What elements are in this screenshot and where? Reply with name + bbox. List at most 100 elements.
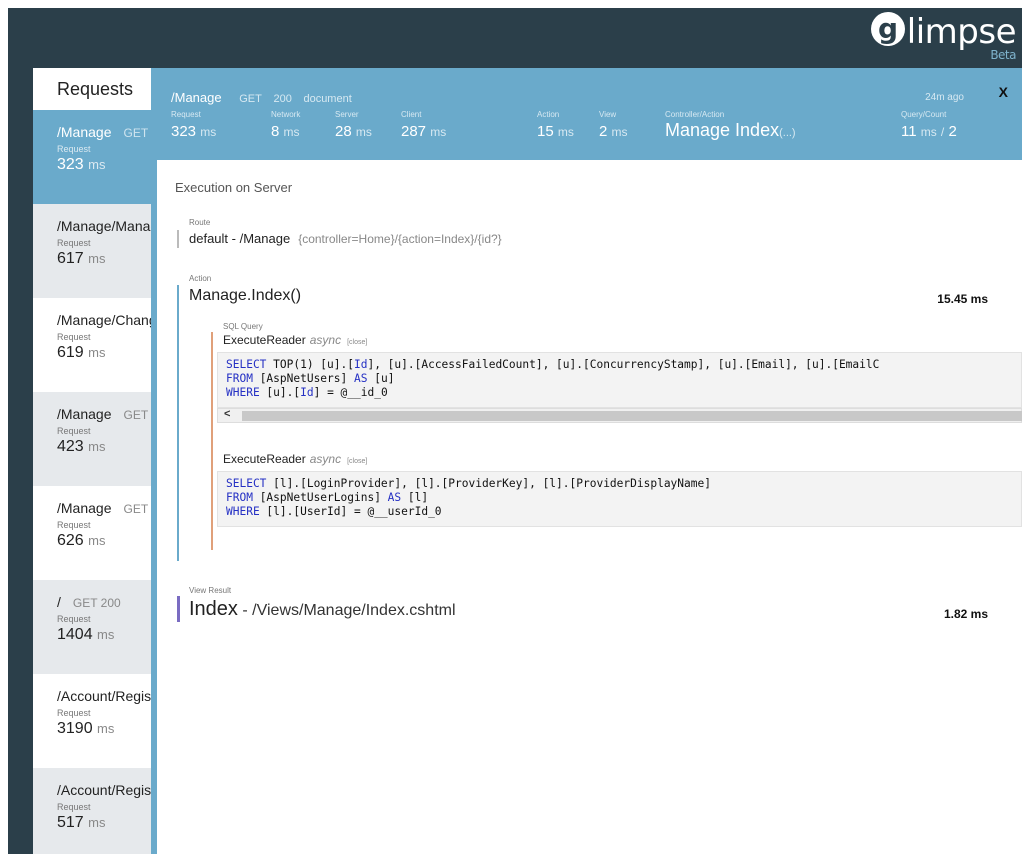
request-item-label: Request: [57, 520, 91, 530]
stat-value: 2 ms: [599, 123, 628, 140]
sql-query-1-header: ExecuteReader async [close]: [223, 333, 368, 347]
route-entry: default - /Manage {controller=Home}/{acti…: [177, 230, 502, 248]
view-time: 1.82 ms: [943, 607, 988, 621]
request-item-path: /Manage/Manage: [57, 218, 151, 234]
request-item-label: Request: [57, 144, 91, 154]
request-item-path: /Manage GET: [57, 406, 149, 422]
request-item-duration: 517 ms: [57, 814, 106, 831]
request-method: GET: [239, 93, 262, 105]
sql-line: FROM [AspNetUsers] AS [u]: [226, 372, 395, 385]
requests-title: Requests: [57, 79, 134, 99]
request-type: document: [303, 93, 352, 105]
action-time: 15.45 ms: [937, 292, 988, 306]
action-label: Action: [189, 274, 212, 283]
close-button[interactable]: X: [999, 84, 1008, 100]
request-item[interactable]: / GET 200 Request 1404 ms: [33, 580, 151, 674]
action-name: Manage.Index(): [189, 287, 302, 304]
stat-label: Controller/Action: [665, 110, 725, 119]
request-item-label: Request: [57, 238, 91, 248]
request-item-duration: 3190 ms: [57, 720, 115, 737]
request-item[interactable]: /Manage/Manage Request 617 ms: [33, 204, 151, 298]
stat-query-count: Query/Count 11 ms / 2: [901, 110, 957, 140]
request-age: 24m ago: [925, 92, 964, 103]
view-result-label: View Result: [189, 586, 232, 595]
request-item-duration: 619 ms: [57, 344, 106, 361]
stat-value: 15 ms: [537, 123, 574, 140]
close-query-2-link[interactable]: [close]: [347, 458, 367, 465]
stat-network: Network 8 ms: [271, 110, 300, 140]
horizontal-scrollbar[interactable]: <: [217, 408, 1022, 423]
request-summary: /Manage GET 200 document: [171, 90, 352, 105]
sql-query-1-code: SELECT TOP(1) [u].[Id], [u].[AccessFaile…: [217, 352, 1022, 408]
request-item-duration: 323 ms: [57, 156, 106, 173]
sql-line: FROM [AspNetUserLogins] AS [l]: [226, 491, 429, 504]
logo-text: limpse: [906, 12, 1017, 52]
request-item-label: Request: [57, 802, 91, 812]
request-item-path: / GET 200: [57, 594, 121, 610]
sql-line: SELECT TOP(1) [u].[Id], [u].[AccessFaile…: [226, 358, 880, 371]
stat-action: Action 15 ms: [537, 110, 574, 140]
stat-label: Server: [335, 110, 359, 119]
stat-label: Query/Count: [901, 110, 947, 119]
execution-content: Execution on Server Route default - /Man…: [157, 160, 1022, 854]
requests-sidebar: Requests /Manage GET Request 323 ms/Manage/…: [33, 68, 151, 854]
sql-line: WHERE [u].[Id] = @__id_0: [226, 386, 388, 399]
close-query-1-link[interactable]: [close]: [347, 339, 367, 346]
request-item-duration: 626 ms: [57, 532, 106, 549]
stat-view: View 2 ms: [599, 110, 628, 140]
beta-badge: Beta: [990, 48, 1016, 62]
request-item[interactable]: /Account/Register Request 3190 ms: [33, 674, 151, 768]
sql-line: WHERE [l].[UserId] = @__userId_0: [226, 505, 442, 518]
request-item-label: Request: [57, 708, 91, 718]
request-item[interactable]: /Manage/Change Request 619 ms: [33, 298, 151, 392]
sql-query-2-code: SELECT [l].[LoginProvider], [l].[Provide…: [217, 471, 1022, 527]
sql-timeline-bar: [211, 332, 213, 550]
section-title: Execution on Server: [175, 180, 293, 195]
request-item[interactable]: /Manage GET Request 323 ms: [33, 110, 151, 204]
stat-label: View: [599, 110, 617, 119]
request-item-label: Request: [57, 426, 91, 436]
request-item-duration: 1404 ms: [57, 626, 115, 643]
request-item-label: Request: [57, 332, 91, 342]
view-timeline-bar: [177, 596, 180, 622]
sql-line: SELECT [l].[LoginProvider], [l].[Provide…: [226, 477, 711, 490]
stat-server: Server 28 ms: [335, 110, 372, 140]
sql-query-label: SQL Query: [223, 322, 263, 331]
glimpse-g-icon: g: [870, 12, 905, 46]
request-path: /Manage: [171, 90, 222, 105]
stat-label: Network: [271, 110, 301, 119]
request-item-duration: 423 ms: [57, 438, 106, 455]
action-timeline-bar: [177, 285, 179, 561]
request-item-path: /Account/Register: [57, 688, 151, 704]
stat-label: Client: [401, 110, 422, 119]
request-item-label: Request: [57, 614, 91, 624]
request-list: /ManageGET Request 323 ms/Manage/Manage Req…: [33, 110, 151, 854]
stat-value: 323 ms: [171, 123, 217, 140]
stat-controller-action[interactable]: Controller/Action Manage Index(...): [665, 110, 796, 141]
request-item-path: /Manage GET: [57, 500, 149, 516]
view-result: Index - /Views/Manage/Index.cshtml: [189, 598, 456, 620]
route-label: Route: [189, 218, 211, 227]
request-item[interactable]: /Manage GET Request 626 ms: [33, 486, 151, 580]
request-item[interactable]: /Manage GET Request 423 ms: [33, 392, 151, 486]
stat-value: 8 ms: [271, 123, 300, 140]
stat-client: Client 287 ms: [401, 110, 446, 140]
scroll-left-arrow-icon[interactable]: <: [224, 408, 230, 420]
detail-header: /Manage GET 200 document 24m ago X Reque…: [151, 68, 1022, 160]
stat-request: Request 323 ms: [171, 110, 216, 140]
glimpse-app: g limpse Beta Requests /Manage GET Request 3…: [8, 8, 1022, 854]
sql-query-2-header: ExecuteReader async [close]: [223, 452, 368, 466]
stat-label: Action: [537, 110, 560, 119]
request-item-path: /Account/Register: [57, 782, 151, 798]
request-item-path: /Manage GET: [57, 124, 149, 140]
request-status: 200: [273, 93, 292, 105]
glimpse-logo: g limpse Beta: [870, 12, 1017, 62]
request-detail-panel: /Manage GET 200 document 24m ago X Reque…: [151, 68, 1022, 854]
scrollbar-thumb[interactable]: [242, 411, 1022, 421]
route-template: {controller=Home}/{action=Index}/{id?}: [298, 232, 502, 246]
stat-label: Request: [171, 110, 201, 119]
request-item[interactable]: /Account/Register Request 517 ms: [33, 768, 151, 854]
stat-value: Manage Index(...): [665, 120, 796, 140]
request-item-duration: 617 ms: [57, 250, 106, 267]
stat-value: 11 ms / 2: [901, 123, 957, 140]
